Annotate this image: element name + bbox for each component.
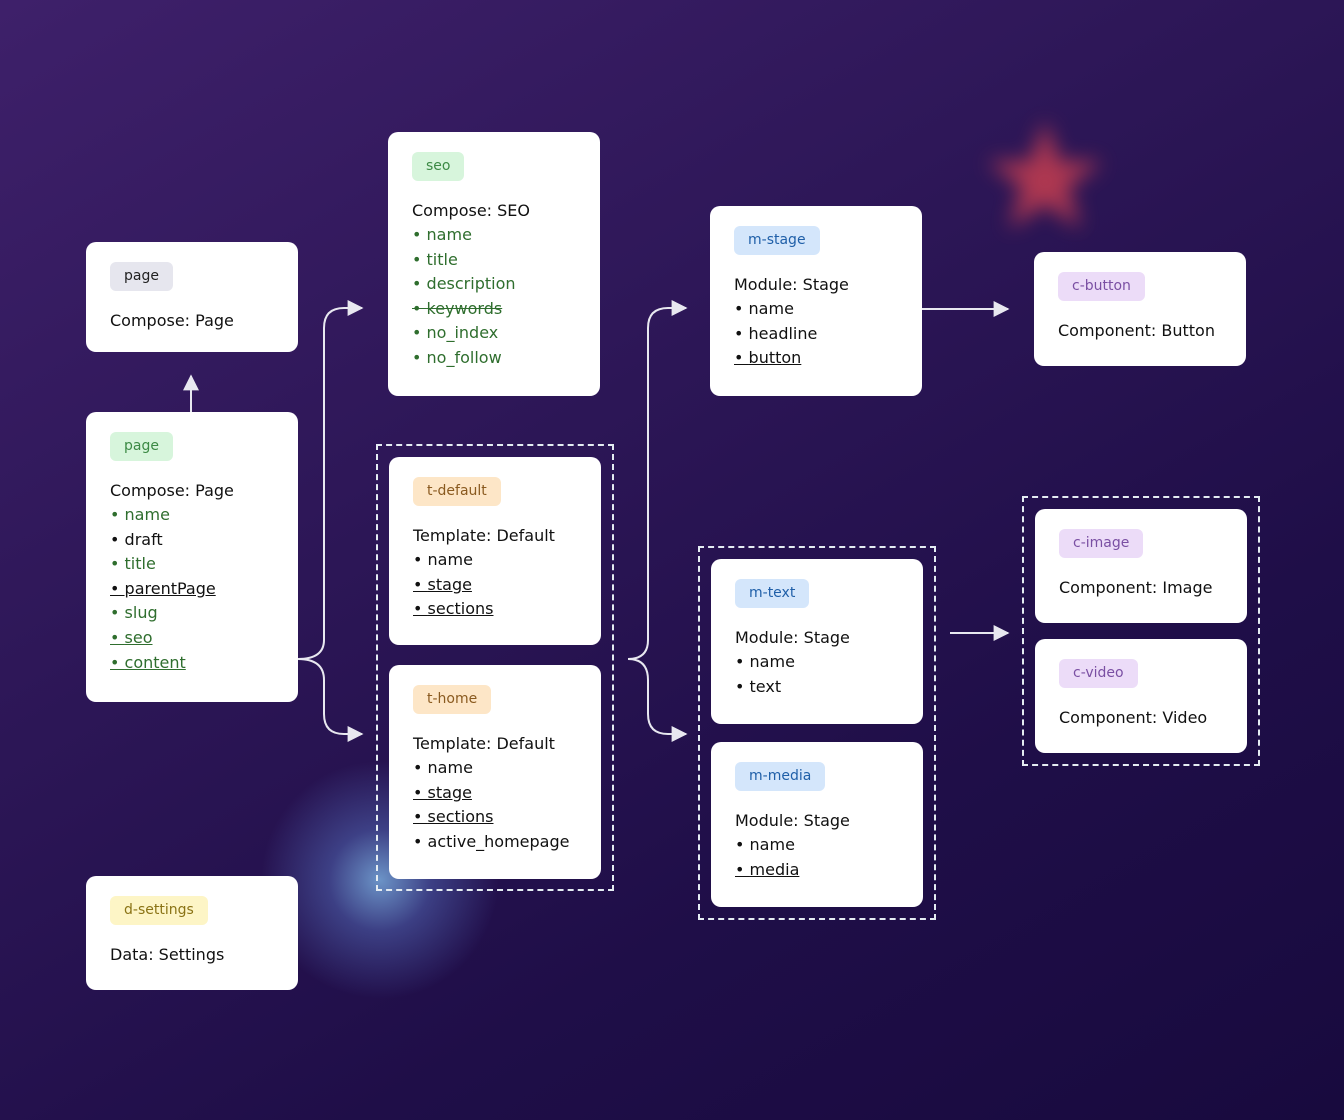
card-page-top[interactable]: page Compose: Page bbox=[86, 242, 298, 352]
field-item: media bbox=[735, 858, 899, 883]
tag-badge: m-text bbox=[735, 579, 810, 608]
field-item: text bbox=[735, 675, 899, 700]
field-item: name bbox=[413, 548, 577, 573]
field-item: name bbox=[735, 650, 899, 675]
tag-badge: t-home bbox=[413, 685, 492, 714]
field-item: seo bbox=[110, 626, 274, 651]
field-item: button bbox=[734, 346, 898, 371]
field-list: nametitledescriptionkeywordsno_indexno_f… bbox=[412, 223, 576, 371]
field-list: namedrafttitleparentPageslugseocontent bbox=[110, 503, 274, 675]
card-page-main[interactable]: page Compose: Page namedrafttitleparentP… bbox=[86, 412, 298, 702]
card-title: Compose: Page bbox=[110, 481, 234, 500]
field-item: active_homepage bbox=[413, 830, 577, 855]
card-c-button[interactable]: c-button Component: Button bbox=[1034, 252, 1246, 366]
card-m-media[interactable]: m-media Module: Stage namemedia bbox=[711, 742, 923, 907]
card-c-video[interactable]: c-video Component: Video bbox=[1035, 639, 1247, 753]
card-title: Compose: Page bbox=[110, 311, 234, 330]
field-item: no_follow bbox=[412, 346, 576, 371]
card-title: Module: Stage bbox=[735, 811, 850, 830]
card-title: Component: Video bbox=[1059, 708, 1208, 727]
field-item: name bbox=[735, 833, 899, 858]
tag-badge: c-image bbox=[1059, 529, 1144, 558]
field-item: name bbox=[734, 297, 898, 322]
field-item: draft bbox=[110, 528, 274, 553]
tag-badge: c-button bbox=[1058, 272, 1145, 301]
card-t-home[interactable]: t-home Template: Default namestagesectio… bbox=[389, 665, 601, 879]
card-title: Data: Settings bbox=[110, 945, 225, 964]
connector-templates-to-modules bbox=[627, 658, 688, 742]
field-item: title bbox=[110, 552, 274, 577]
field-list: namestagesectionsactive_homepage bbox=[413, 756, 577, 854]
card-m-text[interactable]: m-text Module: Stage nametext bbox=[711, 559, 923, 724]
card-d-settings[interactable]: d-settings Data: Settings bbox=[86, 876, 298, 990]
card-title: Component: Button bbox=[1058, 321, 1215, 340]
field-item: no_index bbox=[412, 321, 576, 346]
field-item: sections bbox=[413, 805, 577, 830]
card-seo[interactable]: seo Compose: SEO nametitledescriptionkey… bbox=[388, 132, 600, 396]
connector-page-to-seo bbox=[297, 300, 364, 660]
field-list: nameheadlinebutton bbox=[734, 297, 898, 371]
field-item: keywords bbox=[412, 297, 576, 322]
card-title: Template: Default bbox=[413, 526, 555, 545]
tag-badge: m-media bbox=[735, 762, 826, 791]
field-item: stage bbox=[413, 573, 577, 598]
field-item: sections bbox=[413, 597, 577, 622]
field-item: parentPage bbox=[110, 577, 274, 602]
tag-badge: t-default bbox=[413, 477, 501, 506]
field-item: stage bbox=[413, 781, 577, 806]
card-title: Component: Image bbox=[1059, 578, 1213, 597]
field-item: name bbox=[412, 223, 576, 248]
field-list: namestagesections bbox=[413, 548, 577, 622]
field-item: name bbox=[413, 756, 577, 781]
card-title: Module: Stage bbox=[734, 275, 849, 294]
card-c-image[interactable]: c-image Component: Image bbox=[1035, 509, 1247, 623]
card-title: Compose: SEO bbox=[412, 201, 531, 220]
card-title: Template: Default bbox=[413, 734, 555, 753]
field-list: namemedia bbox=[735, 833, 899, 882]
tag-badge: page bbox=[110, 262, 173, 291]
card-title: Module: Stage bbox=[735, 628, 850, 647]
tag-badge: d-settings bbox=[110, 896, 208, 925]
card-m-stage[interactable]: m-stage Module: Stage nameheadlinebutton bbox=[710, 206, 922, 396]
field-item: headline bbox=[734, 322, 898, 347]
connector-templates-to-m-stage bbox=[627, 300, 688, 660]
card-t-default[interactable]: t-default Template: Default namestagesec… bbox=[389, 457, 601, 645]
tag-badge: page bbox=[110, 432, 173, 461]
tag-badge: seo bbox=[412, 152, 465, 181]
field-item: content bbox=[110, 651, 274, 676]
field-item: slug bbox=[110, 601, 274, 626]
field-item: title bbox=[412, 248, 576, 273]
connector-page-to-templates bbox=[297, 658, 364, 742]
field-item: description bbox=[412, 272, 576, 297]
tag-badge: c-video bbox=[1059, 659, 1138, 688]
field-item: name bbox=[110, 503, 274, 528]
tag-badge: m-stage bbox=[734, 226, 820, 255]
field-list: nametext bbox=[735, 650, 899, 699]
